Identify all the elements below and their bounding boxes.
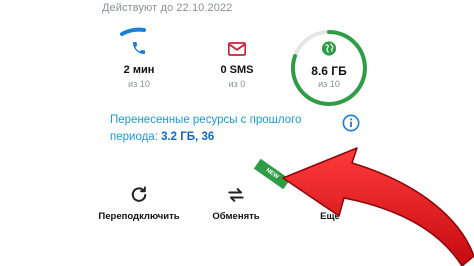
sms-widget[interactable]: 0 SMS из 0 — [194, 22, 280, 108]
sms-total: из 0 — [228, 79, 246, 89]
minutes-widget[interactable]: 2 мин из 10 — [96, 22, 182, 108]
minutes-total: из 10 — [128, 79, 150, 89]
envelope-icon — [228, 42, 246, 56]
exchange-icon — [228, 188, 244, 202]
info-icon[interactable] — [342, 114, 360, 132]
reconnect-label: Переподключить — [98, 211, 180, 222]
more-dots-icon — [321, 192, 339, 198]
exchange-button[interactable]: Обменять — [186, 184, 286, 222]
minutes-value: 2 мин — [123, 64, 155, 76]
globe-icon — [321, 41, 337, 56]
internet-total: из 10 — [318, 79, 340, 89]
internet-value: 8.6 ГБ — [311, 64, 347, 78]
refresh-icon — [131, 186, 147, 202]
sms-value: 0 SMS — [220, 64, 254, 76]
internet-widget[interactable]: 8.6 ГБ из 10 — [286, 22, 372, 108]
exchange-label: Обменять — [212, 211, 260, 222]
more-button[interactable]: Ещё — [280, 184, 380, 222]
phone-icon — [133, 42, 145, 54]
valid-until-label: Действуют до 22.10.2022 — [102, 2, 233, 14]
carryover-values: 3.2 ГБ, 36 — [161, 131, 215, 143]
carryover-text: Перенесенные ресурсы с прошлого периода:… — [110, 112, 320, 146]
more-label: Ещё — [320, 211, 340, 222]
reconnect-button[interactable]: Переподключить — [89, 184, 189, 222]
